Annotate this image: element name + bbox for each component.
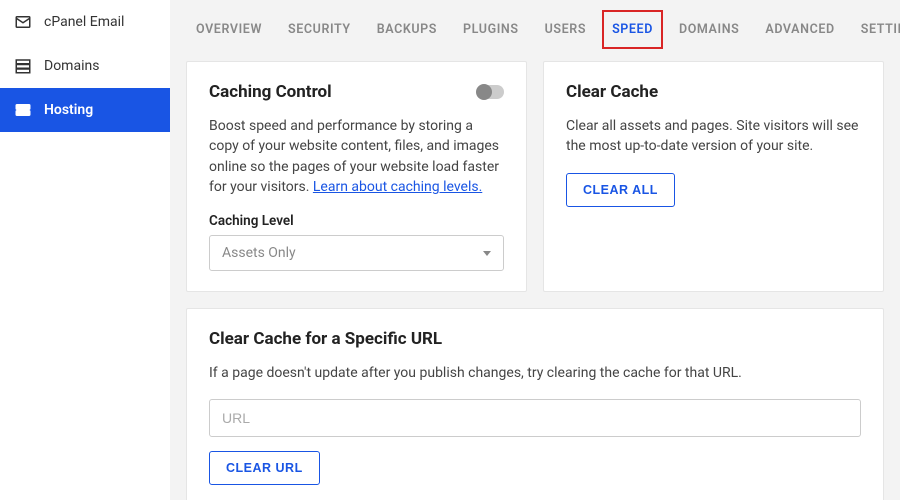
learn-caching-link[interactable]: Learn about caching levels. (313, 179, 482, 195)
chevron-down-icon (483, 251, 491, 256)
caching-desc: Boost speed and performance by storing a… (209, 116, 504, 197)
clear-url-desc: If a page doesn't update after you publi… (209, 363, 861, 383)
domains-icon (14, 57, 32, 75)
caching-level-label: Caching Level (209, 213, 504, 229)
clear-cache-desc: Clear all assets and pages. Site visitor… (566, 116, 861, 157)
card-title: Caching Control (209, 82, 332, 102)
tab-advanced[interactable]: ADVANCED (763, 18, 836, 41)
sidebar-item-hosting[interactable]: Hosting (0, 88, 170, 132)
tab-users[interactable]: USERS (543, 18, 588, 41)
sidebar-item-label: cPanel Email (44, 14, 124, 30)
card-title: Clear Cache for a Specific URL (209, 329, 442, 349)
card-title: Clear Cache (566, 82, 658, 102)
main-content: OVERVIEW SECURITY BACKUPS PLUGINS USERS … (170, 0, 900, 500)
tab-security[interactable]: SECURITY (286, 18, 353, 41)
caching-toggle[interactable] (478, 85, 504, 99)
tab-backups[interactable]: BACKUPS (375, 18, 439, 41)
sidebar-item-domains[interactable]: Domains (0, 44, 170, 88)
sidebar-item-label: Hosting (44, 102, 93, 118)
tab-plugins[interactable]: PLUGINS (461, 18, 521, 41)
tabs: OVERVIEW SECURITY BACKUPS PLUGINS USERS … (186, 0, 884, 53)
tab-overview[interactable]: OVERVIEW (194, 18, 264, 41)
clear-url-card: Clear Cache for a Specific URL If a page… (186, 308, 884, 500)
tab-domains[interactable]: DOMAINS (677, 18, 741, 41)
hosting-icon (14, 101, 32, 119)
tab-settings[interactable]: SETTINGS (859, 18, 900, 41)
clear-url-button[interactable]: CLEAR URL (209, 451, 320, 485)
sidebar-item-label: Domains (44, 58, 99, 74)
mail-icon (14, 13, 32, 31)
caching-level-value: Assets Only (222, 245, 296, 261)
url-input[interactable] (209, 399, 861, 437)
caching-level-select[interactable]: Assets Only (209, 235, 504, 271)
tab-speed[interactable]: SPEED (610, 18, 655, 41)
clear-cache-card: Clear Cache Clear all assets and pages. … (543, 61, 884, 292)
clear-all-button[interactable]: CLEAR ALL (566, 173, 675, 207)
sidebar: cPanel Email Domains Hosting (0, 0, 170, 500)
caching-control-card: Caching Control Boost speed and performa… (186, 61, 527, 292)
sidebar-item-cpanel-email[interactable]: cPanel Email (0, 0, 170, 44)
